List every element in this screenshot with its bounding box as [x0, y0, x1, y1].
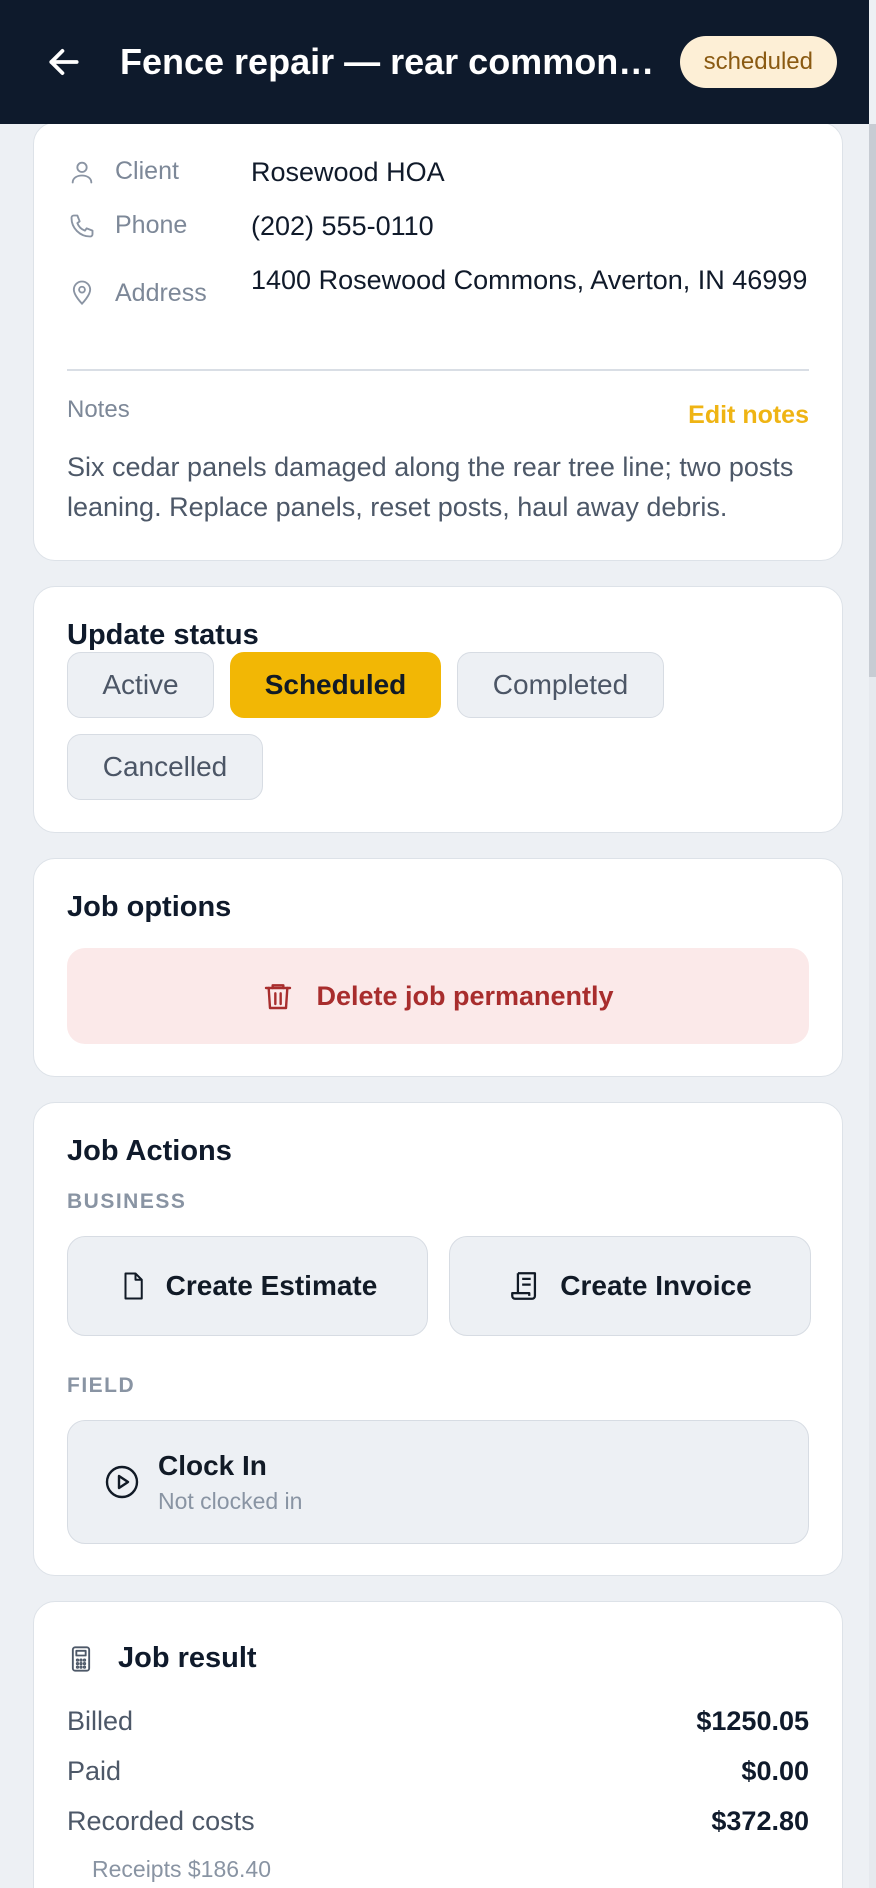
play-circle-icon [104, 1464, 140, 1500]
recorded-costs-row: Recorded costs $372.80 [67, 1806, 809, 1837]
recorded-costs-label: Recorded costs [67, 1806, 255, 1836]
update-status-title: Update status [67, 619, 259, 651]
field-section-label: FIELD [67, 1374, 136, 1397]
trash-icon [262, 979, 294, 1013]
top-app-bar: Fence repair — rear common-area panels s… [0, 0, 869, 124]
back-button[interactable] [44, 42, 84, 82]
phone-icon [67, 211, 97, 241]
paid-row: Paid $0.00 [67, 1756, 809, 1787]
address-row: Address 1400 Rosewood Commons, Averton, … [67, 265, 809, 308]
document-icon [118, 1269, 148, 1303]
update-status-card: Update status Active Scheduled Completed… [33, 586, 843, 833]
status-option-scheduled[interactable]: Scheduled [230, 652, 441, 718]
paid-label: Paid [67, 1756, 122, 1786]
address-label: Address [115, 279, 207, 307]
address-value[interactable]: 1400 Rosewood Commons, Averton, IN 46999 [251, 265, 809, 295]
billed-value: $1250.05 [696, 1706, 809, 1736]
status-option-completed[interactable]: Completed [457, 652, 664, 718]
arrow-left-icon [49, 49, 79, 75]
job-actions-title: Job Actions [67, 1135, 232, 1167]
edit-notes-button[interactable]: Edit notes [688, 401, 809, 430]
notes-text: Six cedar panels damaged along the rear … [67, 452, 794, 522]
client-value: Rosewood HOA [251, 157, 445, 187]
clock-in-label: Clock In [158, 1449, 267, 1481]
phone-label: Phone [115, 211, 188, 239]
billed-label: Billed [67, 1706, 134, 1736]
clock-in-button[interactable]: Clock In Not clocked in [67, 1420, 809, 1544]
status-option-active[interactable]: Active [67, 652, 214, 718]
job-details-card: Client Rosewood HOA Phone (202) 555-0110… [33, 122, 843, 561]
client-label: Client [115, 157, 179, 185]
phone-row: Phone (202) 555-0110 [67, 211, 809, 241]
billed-row: Billed $1250.05 [67, 1706, 809, 1737]
job-options-card: Job options Delete job permanently [33, 858, 843, 1077]
create-estimate-button[interactable]: Create Estimate [67, 1236, 428, 1336]
create-invoice-label: Create Invoice [560, 1270, 752, 1301]
map-pin-icon [67, 277, 97, 307]
job-result-title: Job result [118, 1642, 257, 1674]
page-title: Fence repair — rear common-area panels [120, 41, 656, 82]
job-result-card: Job result Billed $1250.05 Paid $0.00 Re… [33, 1601, 843, 1888]
job-actions-card: Job Actions BUSINESS Create Estimate Cre… [33, 1102, 843, 1576]
status-option-cancelled[interactable]: Cancelled [67, 734, 263, 800]
status-badge: scheduled [679, 36, 837, 88]
clock-status-text: Not clocked in [158, 1487, 303, 1514]
recorded-costs-value: $372.80 [711, 1806, 809, 1836]
create-estimate-label: Create Estimate [165, 1270, 378, 1301]
client-row: Client Rosewood HOA [67, 157, 809, 187]
scrollbar-thumb[interactable] [869, 124, 876, 677]
receipts-subtotal: Receipts $186.40 [92, 1856, 272, 1882]
business-section-label: BUSINESS [67, 1190, 187, 1213]
paid-value: $0.00 [741, 1756, 809, 1786]
phone-value[interactable]: (202) 555-0110 [251, 211, 809, 241]
delete-job-label: Delete job permanently [316, 980, 614, 1011]
create-invoice-button[interactable]: Create Invoice [449, 1236, 811, 1336]
job-options-title: Job options [67, 891, 232, 923]
user-icon [67, 157, 97, 187]
receipt-icon [508, 1269, 542, 1303]
delete-job-button[interactable]: Delete job permanently [67, 948, 809, 1044]
divider [67, 369, 809, 371]
calculator-icon [67, 1642, 95, 1676]
notes-label: Notes [67, 396, 130, 423]
